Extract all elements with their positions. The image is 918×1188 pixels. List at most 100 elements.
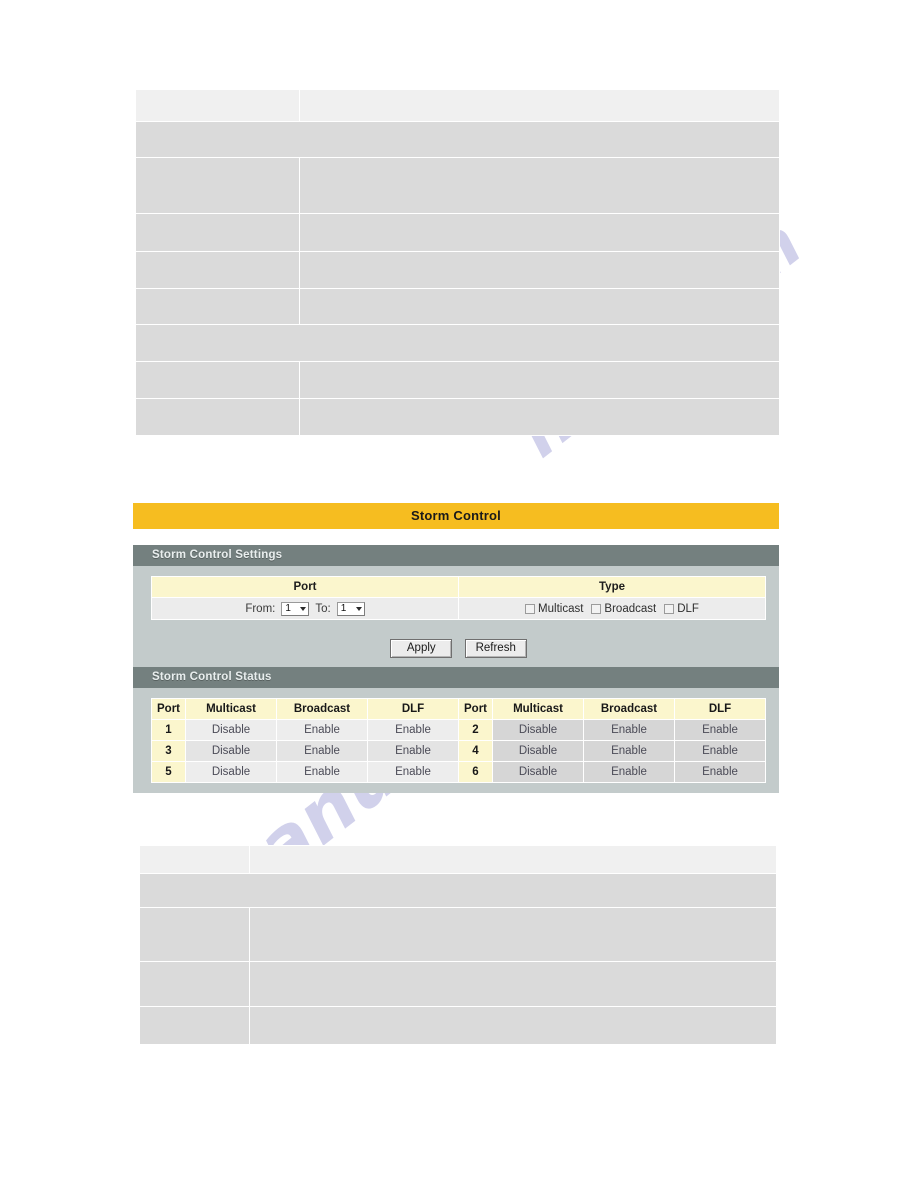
settings-table-head: Port Type bbox=[151, 576, 766, 598]
apply-button[interactable]: Apply bbox=[390, 639, 453, 658]
storm-control-settings-body: Port Type From: 1 To: 1 Multicast Broadc… bbox=[133, 566, 779, 667]
type-checkbox-dlf[interactable]: DLF bbox=[664, 603, 699, 615]
bottom-spec-table bbox=[139, 845, 777, 1045]
status-value: Disable bbox=[185, 761, 277, 783]
status-port-number: 6 bbox=[458, 761, 493, 783]
spec-cell-value bbox=[249, 907, 777, 962]
port-from-select[interactable]: 1 bbox=[281, 601, 310, 616]
spec-row bbox=[139, 961, 777, 1007]
status-value: Enable bbox=[276, 719, 368, 741]
spec-cell bbox=[135, 121, 780, 158]
checkbox-icon[interactable] bbox=[664, 603, 675, 614]
storm-control-status-table: Port Multicast Broadcast DLF Port Multicast Br… bbox=[151, 698, 766, 783]
table-row: 5 Disable Enable Enable 6 Disable Enable Enable bbox=[151, 761, 766, 783]
status-table-body: 1 Disable Enable Enable 2 Disable Enable Enable… bbox=[151, 719, 766, 783]
status-column-header: Port bbox=[458, 698, 493, 720]
spec-row bbox=[135, 361, 780, 399]
spec-cell-label bbox=[135, 251, 300, 289]
status-column-header: DLF bbox=[674, 698, 766, 720]
settings-value-row: From: 1 To: 1 Multicast Broadcast DLF bbox=[151, 597, 766, 620]
storm-control-settings-header: Storm Control Settings bbox=[133, 545, 779, 566]
storm-control-settings-table: Port Type From: 1 To: 1 Multicast Broadc… bbox=[151, 576, 766, 620]
spec-cell-value bbox=[249, 1006, 777, 1045]
status-port-number: 2 bbox=[458, 719, 493, 741]
spec-row bbox=[135, 157, 780, 214]
status-value: Disable bbox=[185, 719, 277, 741]
spec-cell-value bbox=[299, 398, 780, 436]
status-value: Disable bbox=[492, 719, 584, 741]
spec-cell-label bbox=[135, 288, 300, 325]
status-value: Enable bbox=[583, 761, 675, 783]
type-cell: Multicast Broadcast DLF bbox=[458, 597, 766, 620]
settings-button-bar: Apply Refresh bbox=[151, 620, 766, 667]
status-column-header: Broadcast bbox=[276, 698, 368, 720]
status-header-row: Port Multicast Broadcast DLF Port Multicast Br… bbox=[151, 698, 766, 720]
storm-control-status-body: Port Multicast Broadcast DLF Port Multicast Br… bbox=[133, 688, 779, 783]
port-from-value: 1 bbox=[285, 602, 291, 614]
to-label: To: bbox=[315, 602, 331, 615]
status-column-header: Port bbox=[151, 698, 186, 720]
settings-header-port: Port bbox=[151, 576, 459, 598]
chevron-down-icon bbox=[355, 606, 362, 611]
settings-header-row: Port Type bbox=[151, 576, 766, 598]
type-checkbox-multicast[interactable]: Multicast bbox=[525, 603, 583, 615]
spec-cell bbox=[139, 873, 777, 908]
spec-cell bbox=[135, 324, 780, 362]
status-value: Enable bbox=[674, 719, 766, 741]
status-value: Enable bbox=[674, 740, 766, 762]
status-value: Enable bbox=[583, 740, 675, 762]
spec-cell-value bbox=[249, 961, 777, 1007]
storm-control-panel: Storm Control Settings Port Type From: 1… bbox=[133, 545, 779, 793]
storm-control-figure: Storm Control Storm Control Settings Por… bbox=[133, 503, 779, 793]
status-port-number: 3 bbox=[151, 740, 186, 762]
spec-row bbox=[135, 398, 780, 436]
spec-row bbox=[135, 288, 780, 325]
table-row: 3 Disable Enable Enable 4 Disable Enable Enable bbox=[151, 740, 766, 762]
spec-cell-label bbox=[135, 157, 300, 214]
port-range-cell: From: 1 To: 1 bbox=[151, 597, 459, 620]
status-column-header: Multicast bbox=[185, 698, 277, 720]
spec-cell-label bbox=[139, 907, 250, 962]
from-label: From: bbox=[245, 602, 276, 615]
status-port-number: 1 bbox=[151, 719, 186, 741]
table-row: 1 Disable Enable Enable 2 Disable Enable Enable bbox=[151, 719, 766, 741]
status-column-header: DLF bbox=[367, 698, 459, 720]
checkbox-icon[interactable] bbox=[525, 603, 536, 614]
spec-cell-label bbox=[135, 213, 300, 252]
port-to-select[interactable]: 1 bbox=[336, 601, 365, 616]
spec-cell-label bbox=[135, 89, 300, 122]
spec-cell-value bbox=[299, 361, 780, 399]
spec-cell-label bbox=[135, 361, 300, 399]
storm-control-status-header: Storm Control Status bbox=[133, 667, 779, 688]
refresh-button[interactable]: Refresh bbox=[464, 639, 527, 658]
port-range-controls: From: 1 To: 1 bbox=[160, 601, 450, 616]
status-value: Disable bbox=[185, 740, 277, 762]
spec-row bbox=[135, 89, 780, 122]
type-checkbox-label: Multicast bbox=[538, 602, 584, 615]
status-value: Enable bbox=[367, 719, 459, 741]
spec-row bbox=[139, 845, 777, 874]
type-checkbox-broadcast[interactable]: Broadcast bbox=[591, 603, 656, 615]
spec-cell-label bbox=[139, 961, 250, 1007]
top-spec-table bbox=[135, 89, 780, 436]
status-column-header: Broadcast bbox=[583, 698, 675, 720]
status-table-head: Port Multicast Broadcast DLF Port Multicast Br… bbox=[151, 698, 766, 720]
bottom-spec-table-body bbox=[139, 845, 777, 1045]
spec-row bbox=[135, 251, 780, 289]
status-value: Enable bbox=[276, 740, 368, 762]
status-port-number: 5 bbox=[151, 761, 186, 783]
port-to-value: 1 bbox=[340, 602, 347, 614]
spec-cell-value bbox=[299, 288, 780, 325]
settings-header-type: Type bbox=[458, 576, 766, 598]
status-port-number: 4 bbox=[458, 740, 493, 762]
spec-cell-value bbox=[299, 251, 780, 289]
status-value: Enable bbox=[583, 719, 675, 741]
checkbox-icon[interactable] bbox=[591, 603, 602, 614]
status-value: Enable bbox=[674, 761, 766, 783]
status-value: Disable bbox=[492, 740, 584, 762]
spec-cell-label bbox=[135, 398, 300, 436]
status-value: Disable bbox=[492, 761, 584, 783]
type-checkbox-group: Multicast Broadcast DLF bbox=[467, 603, 757, 615]
status-value: Enable bbox=[276, 761, 368, 783]
title-spacer bbox=[133, 529, 779, 545]
